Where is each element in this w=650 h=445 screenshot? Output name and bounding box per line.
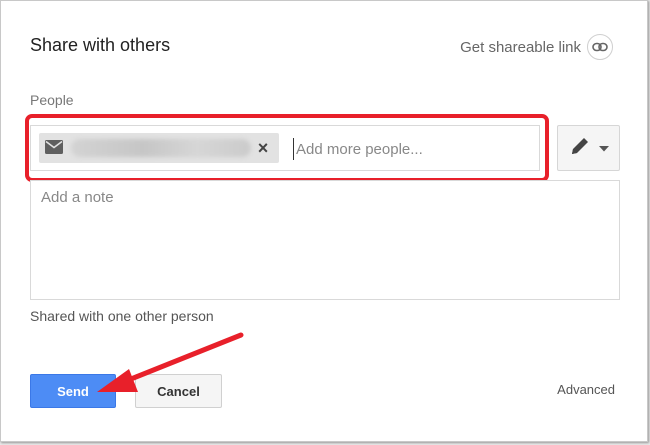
caret-down-icon bbox=[598, 139, 609, 157]
people-label: People bbox=[30, 92, 74, 108]
advanced-link[interactable]: Advanced bbox=[557, 382, 615, 397]
people-field-highlight bbox=[25, 114, 549, 182]
dialog-title: Share with others bbox=[30, 35, 171, 55]
pencil-icon bbox=[569, 135, 591, 162]
note-input[interactable] bbox=[30, 180, 620, 300]
permission-dropdown-button[interactable] bbox=[557, 125, 620, 171]
send-button[interactable]: Send bbox=[30, 374, 116, 408]
share-dialog: Share with others Get shareable link Peo… bbox=[0, 0, 648, 442]
get-shareable-link-button[interactable]: Get shareable link bbox=[460, 34, 613, 60]
cancel-button[interactable]: Cancel bbox=[135, 374, 222, 408]
link-icon bbox=[587, 34, 613, 60]
get-shareable-link-label: Get shareable link bbox=[460, 38, 581, 56]
shared-status-text: Shared with one other person bbox=[30, 308, 214, 324]
